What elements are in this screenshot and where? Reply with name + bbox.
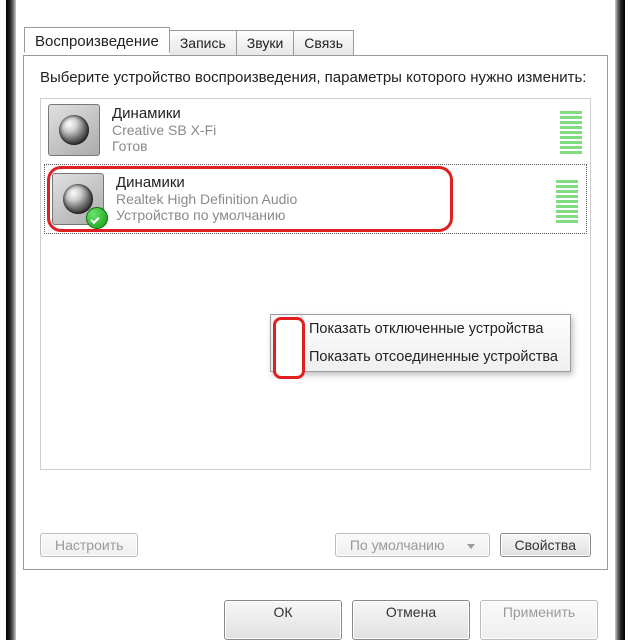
set-default-button: По умолчанию — [335, 533, 490, 557]
level-meter — [556, 175, 578, 223]
context-menu: Показать отключенные устройства Показать… — [270, 314, 571, 372]
device-title: Динамики — [116, 174, 546, 191]
device-title: Динамики — [112, 105, 550, 122]
device-status: Устройство по умолчанию — [116, 207, 546, 223]
device-status: Готов — [112, 138, 550, 154]
list-buttons: Настроить По умолчанию Свойства — [40, 533, 591, 557]
ok-button[interactable]: ОК — [224, 600, 342, 640]
device-driver: Creative SB X-Fi — [112, 122, 550, 138]
configure-button: Настроить — [40, 533, 138, 557]
apply-button: Применить — [480, 600, 598, 640]
device-list[interactable]: Динамики Creative SB X-Fi Готов — [40, 98, 591, 470]
annotation-highlight — [273, 317, 305, 379]
tab-recording[interactable]: Запись — [170, 30, 237, 56]
default-check-icon — [86, 207, 108, 229]
tab-sounds[interactable]: Звуки — [237, 30, 295, 56]
cancel-button[interactable]: Отмена — [352, 600, 470, 640]
tab-content: Выберите устройство воспроизведения, пар… — [23, 55, 608, 570]
chevron-down-icon — [467, 544, 475, 549]
tabs: Воспроизведение Запись Звуки Связь — [24, 29, 354, 55]
device-row[interactable]: Динамики Creative SB X-Fi Готов — [41, 99, 590, 161]
speaker-icon — [52, 173, 104, 225]
dialog-buttons: ОК Отмена Применить — [23, 580, 608, 640]
tab-playback[interactable]: Воспроизведение — [24, 27, 170, 53]
device-row[interactable]: Динамики Realtek High Definition Audio У… — [44, 164, 587, 234]
device-driver: Realtek High Definition Audio — [116, 191, 546, 207]
sound-dialog: Воспроизведение Запись Звуки Связь Выбер… — [20, 6, 611, 640]
level-meter — [560, 106, 582, 154]
menu-show-disabled[interactable]: Показать отключенные устройства — [271, 315, 570, 343]
instruction-text: Выберите устройство воспроизведения, пар… — [40, 69, 591, 88]
tab-communications[interactable]: Связь — [294, 30, 354, 56]
properties-button[interactable]: Свойства — [500, 533, 591, 557]
menu-show-disconnected[interactable]: Показать отсоединенные устройства — [271, 343, 570, 371]
speaker-icon — [48, 104, 100, 156]
